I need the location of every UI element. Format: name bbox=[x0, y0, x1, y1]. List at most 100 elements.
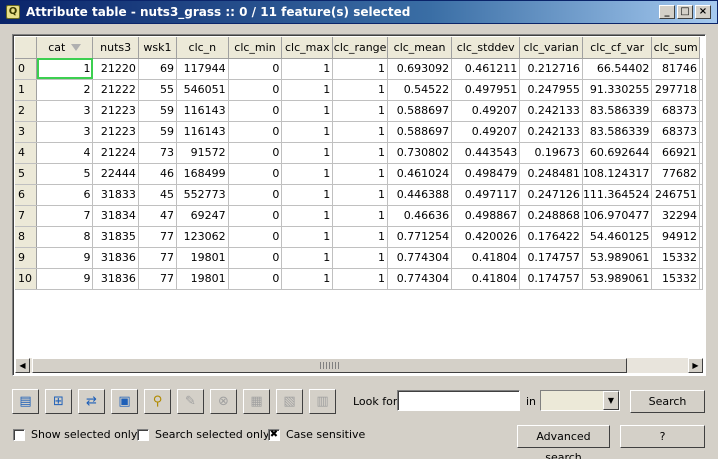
table-cell-cat[interactable]: 2 bbox=[36, 79, 94, 101]
table-cell-clc-stddev[interactable]: 0.41804 bbox=[451, 247, 521, 269]
table-cell-cat[interactable]: 6 bbox=[36, 184, 94, 206]
row-header[interactable]: 0 bbox=[15, 58, 38, 80]
search-button-icon-btn[interactable]: ⚲ bbox=[144, 389, 171, 414]
row-header[interactable]: 8 bbox=[15, 226, 38, 248]
table-cell-nuts3[interactable]: 31833 bbox=[92, 184, 139, 206]
table-cell-clc-cf-var[interactable]: 83.586339 bbox=[582, 100, 653, 122]
table-cell-clc-n[interactable]: 19801 bbox=[176, 268, 229, 290]
table-cell-clc-cf-var[interactable]: 91.330255 bbox=[582, 79, 653, 101]
table-cell-clc-max[interactable]: 1 bbox=[281, 247, 334, 269]
table-cell-clc-sum[interactable]: 246751 bbox=[651, 184, 700, 206]
table-cell-clc-min[interactable]: 0 bbox=[228, 226, 283, 248]
table-cell-clc-mean[interactable]: 0.461024 bbox=[387, 163, 453, 185]
table-row[interactable]: 7 7 31834 47 69247 0 1 1 0.46636 0.498867 0.248868… bbox=[15, 205, 703, 227]
column-header-clc-max[interactable]: clc_max bbox=[281, 37, 334, 59]
table-cell-nuts3[interactable]: 21223 bbox=[92, 100, 139, 122]
table-cell-clc-range[interactable]: 1 bbox=[332, 58, 388, 80]
scroll-right-arrow-icon[interactable]: ▶ bbox=[688, 358, 703, 373]
table-cell-nuts3[interactable]: 31835 bbox=[92, 226, 139, 248]
table-cell-clc-varian[interactable]: 0.247126 bbox=[519, 184, 583, 206]
table-cell-clc-sum[interactable]: 68373 bbox=[651, 121, 700, 143]
table-cell-clc-stddev[interactable]: 0.498867 bbox=[451, 205, 521, 227]
table-cell-wsk1[interactable]: 77 bbox=[138, 247, 178, 269]
table-cell-clc-sum[interactable]: 297718 bbox=[651, 79, 700, 101]
table-cell-clc-varian[interactable]: 0.247955 bbox=[519, 79, 583, 101]
table-cell-clc-n[interactable]: 69247 bbox=[176, 205, 229, 227]
table-cell-clc-mean[interactable]: 0.588697 bbox=[387, 100, 453, 122]
row-header[interactable]: 10 bbox=[15, 268, 38, 290]
table-cell-cat[interactable]: 7 bbox=[36, 205, 94, 227]
table-cell-clc-n[interactable]: 117944 bbox=[176, 58, 229, 80]
table-cell-clc-sum[interactable]: 32294 bbox=[651, 205, 700, 227]
table-cell-clc-n[interactable]: 19801 bbox=[176, 247, 229, 269]
table-cell-clc-max[interactable]: 1 bbox=[281, 121, 334, 143]
table-cell-clc-sum[interactable]: 94912 bbox=[651, 226, 700, 248]
table-row[interactable]: 3 3 21223 59 116143 0 1 1 0.588697 0.49207 0.24213… bbox=[15, 121, 703, 143]
column-header-clc-sum[interactable]: clc_sum bbox=[651, 37, 700, 59]
table-cell-nuts3[interactable]: 31836 bbox=[92, 268, 139, 290]
table-cell-clc-min[interactable]: 0 bbox=[228, 205, 283, 227]
table-cell-clc-max[interactable]: 1 bbox=[281, 100, 334, 122]
column-header-clc-range[interactable]: clc_range bbox=[332, 37, 388, 59]
table-cell-wsk1[interactable]: 59 bbox=[138, 121, 178, 143]
row-header[interactable]: 7 bbox=[15, 205, 38, 227]
table-cell-clc-cf-var[interactable]: 83.586339 bbox=[582, 121, 653, 143]
table-cell-clc-mean[interactable]: 0.54522 bbox=[387, 79, 453, 101]
table-cell-wsk1[interactable]: 47 bbox=[138, 205, 178, 227]
title-bar[interactable]: Q Attribute table - nuts3_grass :: 0 / 1… bbox=[0, 0, 718, 24]
table-cell-clc-max[interactable]: 1 bbox=[281, 79, 334, 101]
new-column-button[interactable]: ▦ bbox=[243, 389, 270, 414]
row-header[interactable]: 3 bbox=[15, 121, 38, 143]
table-cell-clc-varian[interactable]: 0.174757 bbox=[519, 247, 583, 269]
case-sensitive-option[interactable]: ✖ Case sensitive bbox=[268, 428, 365, 441]
table-cell-clc-range[interactable]: 1 bbox=[332, 226, 388, 248]
table-cell-clc-varian[interactable]: 0.242133 bbox=[519, 100, 583, 122]
table-cell-clc-cf-var[interactable]: 106.970477 bbox=[582, 205, 653, 227]
table-row[interactable]: 5 5 22444 46 168499 0 1 1 0.461024 0.498479 0.2484… bbox=[15, 163, 703, 185]
search-selected-only-option[interactable]: Search selected only bbox=[137, 428, 270, 441]
table-cell-nuts3[interactable]: 21222 bbox=[92, 79, 139, 101]
row-header[interactable]: 1 bbox=[15, 79, 38, 101]
row-header[interactable]: 9 bbox=[15, 247, 38, 269]
table-cell-clc-varian[interactable]: 0.248481 bbox=[519, 163, 583, 185]
minimize-button[interactable]: _ bbox=[659, 5, 675, 19]
table-cell-clc-stddev[interactable]: 0.498479 bbox=[451, 163, 521, 185]
chevron-down-icon[interactable]: ▼ bbox=[603, 391, 619, 410]
table-cell-clc-max[interactable]: 1 bbox=[281, 268, 334, 290]
table-cell-clc-cf-var[interactable]: 66.54402 bbox=[582, 58, 653, 80]
table-cell-nuts3[interactable]: 21220 bbox=[92, 58, 139, 80]
table-cell-clc-sum[interactable]: 68373 bbox=[651, 100, 700, 122]
table-cell-clc-n[interactable]: 546051 bbox=[176, 79, 229, 101]
table-cell-clc-n[interactable]: 168499 bbox=[176, 163, 229, 185]
table-cell-clc-min[interactable]: 0 bbox=[228, 142, 283, 164]
help-button[interactable]: ? bbox=[620, 425, 705, 448]
column-header-clc-varian[interactable]: clc_varian bbox=[519, 37, 583, 59]
table-cell-clc-min[interactable]: 0 bbox=[228, 184, 283, 206]
table-cell-cat[interactable]: 9 bbox=[36, 268, 94, 290]
row-header[interactable]: 5 bbox=[15, 163, 38, 185]
table-cell-nuts3[interactable]: 31836 bbox=[92, 247, 139, 269]
table-cell-clc-cf-var[interactable]: 111.364524 bbox=[582, 184, 653, 206]
invert-selection-button[interactable]: ⇄ bbox=[78, 389, 105, 414]
corner-header[interactable] bbox=[15, 37, 38, 59]
show-selected-only-checkbox[interactable] bbox=[13, 428, 25, 441]
table-cell-clc-min[interactable]: 0 bbox=[228, 247, 283, 269]
close-button[interactable]: × bbox=[695, 5, 711, 19]
toggle-editing-button[interactable]: ✎ bbox=[177, 389, 204, 414]
table-cell-wsk1[interactable]: 59 bbox=[138, 100, 178, 122]
table-cell-clc-min[interactable]: 0 bbox=[228, 163, 283, 185]
table-cell-clc-range[interactable]: 1 bbox=[332, 268, 388, 290]
column-header-clc-n[interactable]: clc_n bbox=[176, 37, 229, 59]
delete-selected-button[interactable]: ⊗ bbox=[210, 389, 237, 414]
table-cell-wsk1[interactable]: 46 bbox=[138, 163, 178, 185]
table-cell-clc-n[interactable]: 116143 bbox=[176, 121, 229, 143]
column-header-clc-stddev[interactable]: clc_stddev bbox=[451, 37, 521, 59]
table-row[interactable]: 9 9 31836 77 19801 0 1 1 0.774304 0.41804 0.174757… bbox=[15, 247, 703, 269]
table-cell-cat[interactable]: 4 bbox=[36, 142, 94, 164]
table-cell-clc-sum[interactable]: 66921 bbox=[651, 142, 700, 164]
table-cell-cat[interactable]: 3 bbox=[36, 121, 94, 143]
table-cell-clc-n[interactable]: 116143 bbox=[176, 100, 229, 122]
look-for-input[interactable] bbox=[397, 390, 520, 411]
table-cell-clc-varian[interactable]: 0.19673 bbox=[519, 142, 583, 164]
column-header-nuts3[interactable]: nuts3 bbox=[92, 37, 139, 59]
